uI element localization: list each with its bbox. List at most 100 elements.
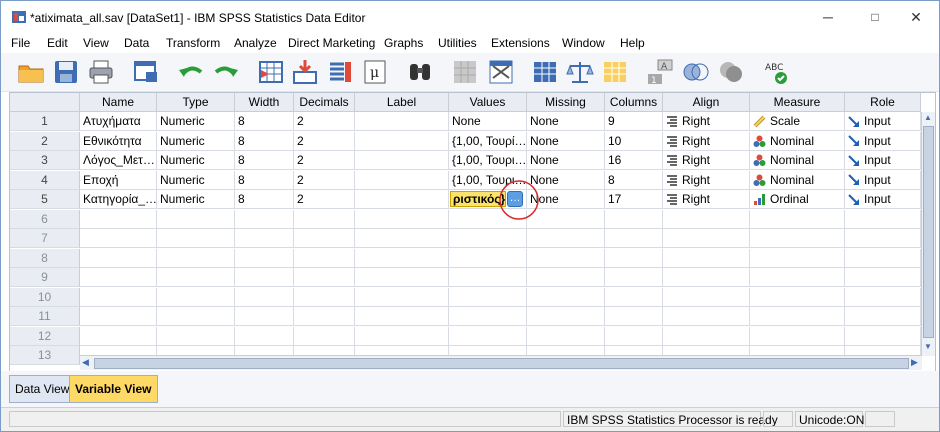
weight-cases-icon[interactable] <box>566 58 594 86</box>
spell-check-icon[interactable]: ABC <box>762 58 790 86</box>
empty-cell[interactable] <box>845 307 921 326</box>
cell-type[interactable]: Numeric <box>157 190 235 209</box>
empty-cell[interactable] <box>294 307 355 326</box>
empty-cell[interactable] <box>355 287 449 307</box>
value-labels-ellipsis-button[interactable]: … <box>507 191 523 207</box>
cell-align[interactable]: Right <box>663 151 750 170</box>
column-header-decimals[interactable]: Decimals <box>294 93 355 112</box>
cell-measure[interactable]: Ordinal <box>750 190 845 209</box>
cell-decimals[interactable]: 2 <box>294 170 355 190</box>
cell-name[interactable]: Εθνικότητα <box>80 131 157 151</box>
empty-cell[interactable] <box>750 326 845 346</box>
empty-cell[interactable] <box>449 248 527 268</box>
empty-cell[interactable] <box>605 307 663 326</box>
cell-missing[interactable]: None <box>527 131 605 151</box>
empty-cell[interactable] <box>845 248 921 268</box>
column-header-values[interactable]: Values <box>449 93 527 112</box>
empty-cell[interactable] <box>80 326 157 346</box>
tab-data-view[interactable]: Data View <box>9 375 76 403</box>
run-descriptives-icon[interactable]: μ <box>361 58 389 86</box>
row-header[interactable]: 12 <box>10 326 80 346</box>
undo-icon[interactable] <box>177 58 205 86</box>
empty-cell[interactable] <box>750 248 845 268</box>
split-file-icon[interactable] <box>531 58 559 86</box>
column-header-missing[interactable]: Missing <box>527 93 605 112</box>
menu-help[interactable]: Help <box>620 36 645 50</box>
cell-label[interactable] <box>355 112 449 131</box>
cell-values[interactable]: {1,00, Τουρί… <box>449 131 527 151</box>
dialog-recall-icon[interactable] <box>132 58 160 86</box>
cell-columns[interactable]: 17 <box>605 190 663 209</box>
cell-label[interactable] <box>355 131 449 151</box>
menu-edit[interactable]: Edit <box>47 36 68 50</box>
empty-cell[interactable] <box>80 229 157 248</box>
cell-columns[interactable]: 16 <box>605 151 663 170</box>
cell-name[interactable]: Λόγος_Μετ… <box>80 151 157 170</box>
cell-decimals[interactable]: 2 <box>294 190 355 209</box>
empty-cell[interactable] <box>527 307 605 326</box>
empty-cell[interactable] <box>527 287 605 307</box>
maximize-button[interactable]: □ <box>853 1 897 33</box>
empty-cell[interactable] <box>157 229 235 248</box>
empty-cell[interactable] <box>235 307 294 326</box>
cell-type[interactable]: Numeric <box>157 112 235 131</box>
empty-cell[interactable] <box>355 229 449 248</box>
cell-values[interactable]: ριστικός}…… <box>449 190 527 209</box>
empty-cell[interactable] <box>845 326 921 346</box>
cell-missing[interactable]: None <box>527 190 605 209</box>
cell-role[interactable]: Input <box>845 170 921 190</box>
empty-cell[interactable] <box>750 229 845 248</box>
row-header[interactable]: 6 <box>10 209 80 229</box>
empty-cell[interactable] <box>663 248 750 268</box>
empty-cell[interactable] <box>663 287 750 307</box>
scroll-up-icon[interactable]: ▲ <box>924 113 932 122</box>
empty-cell[interactable] <box>294 248 355 268</box>
row-header[interactable]: 2 <box>10 131 80 151</box>
value-labels-icon[interactable]: A1 <box>646 58 674 86</box>
empty-cell[interactable] <box>235 326 294 346</box>
empty-cell[interactable] <box>449 287 527 307</box>
empty-cell[interactable] <box>663 326 750 346</box>
save-icon[interactable] <box>52 58 80 86</box>
empty-cell[interactable] <box>663 307 750 326</box>
row-header[interactable]: 1 <box>10 112 80 131</box>
row-header[interactable]: 8 <box>10 248 80 268</box>
scroll-right-icon[interactable]: ▶ <box>911 357 918 368</box>
cell-type[interactable]: Numeric <box>157 170 235 190</box>
scroll-down-icon[interactable]: ▼ <box>924 342 932 351</box>
insert-variable-icon[interactable] <box>487 58 515 86</box>
cell-label[interactable] <box>355 151 449 170</box>
empty-cell[interactable] <box>605 209 663 229</box>
empty-cell[interactable] <box>663 268 750 287</box>
close-button[interactable]: ✕ <box>894 1 938 33</box>
empty-cell[interactable] <box>294 326 355 346</box>
row-header[interactable]: 5 <box>10 190 80 209</box>
menu-transform[interactable]: Transform <box>166 36 220 50</box>
cell-decimals[interactable]: 2 <box>294 151 355 170</box>
empty-cell[interactable] <box>449 209 527 229</box>
cell-measure[interactable]: Scale <box>750 112 845 131</box>
row-header[interactable]: 3 <box>10 151 80 170</box>
column-header-name[interactable]: Name <box>80 93 157 112</box>
cell-measure[interactable]: Nominal <box>750 131 845 151</box>
cell-name[interactable]: Ατυχήματα <box>80 112 157 131</box>
vertical-scroll-thumb[interactable] <box>923 126 934 338</box>
empty-cell[interactable] <box>294 287 355 307</box>
goto-variable-icon[interactable] <box>291 58 319 86</box>
empty-cell[interactable] <box>845 209 921 229</box>
menu-analyze[interactable]: Analyze <box>234 36 277 50</box>
empty-cell[interactable] <box>235 209 294 229</box>
cell-missing[interactable]: None <box>527 170 605 190</box>
cell-values[interactable]: None <box>449 112 527 131</box>
empty-cell[interactable] <box>235 268 294 287</box>
menu-file[interactable]: File <box>11 36 30 50</box>
cell-type[interactable]: Numeric <box>157 151 235 170</box>
column-header-role[interactable]: Role <box>845 93 921 112</box>
empty-cell[interactable] <box>80 287 157 307</box>
cell-align[interactable]: Right <box>663 190 750 209</box>
empty-cell[interactable] <box>235 287 294 307</box>
empty-cell[interactable] <box>355 248 449 268</box>
empty-cell[interactable] <box>605 248 663 268</box>
empty-cell[interactable] <box>449 229 527 248</box>
cell-width[interactable]: 8 <box>235 170 294 190</box>
